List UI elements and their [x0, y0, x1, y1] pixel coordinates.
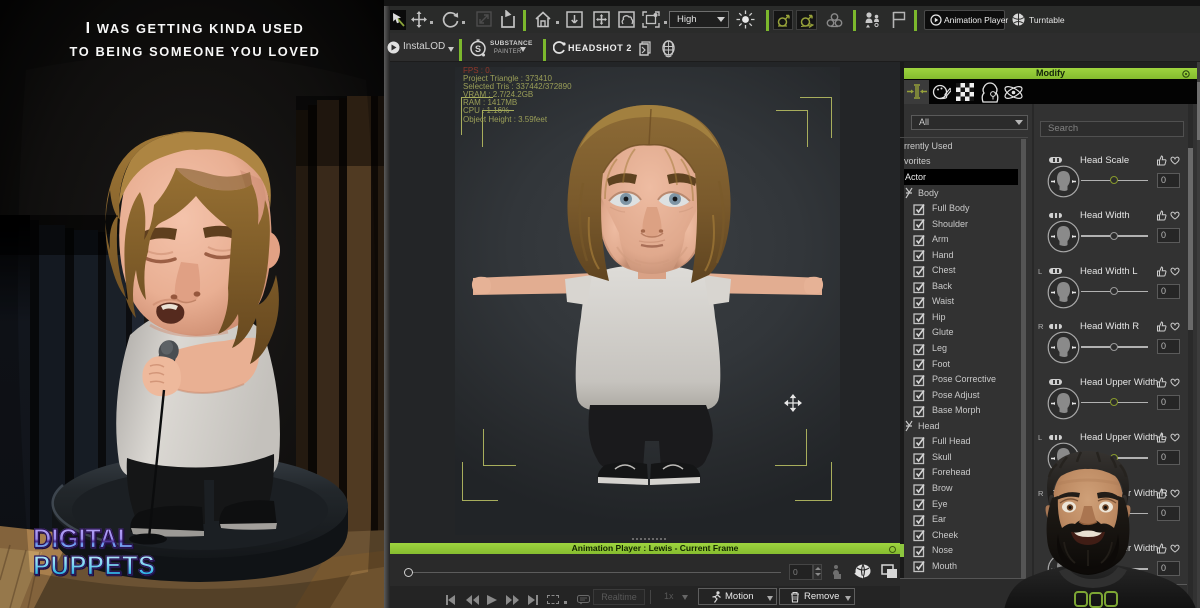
svg-text:S: S: [475, 44, 481, 54]
